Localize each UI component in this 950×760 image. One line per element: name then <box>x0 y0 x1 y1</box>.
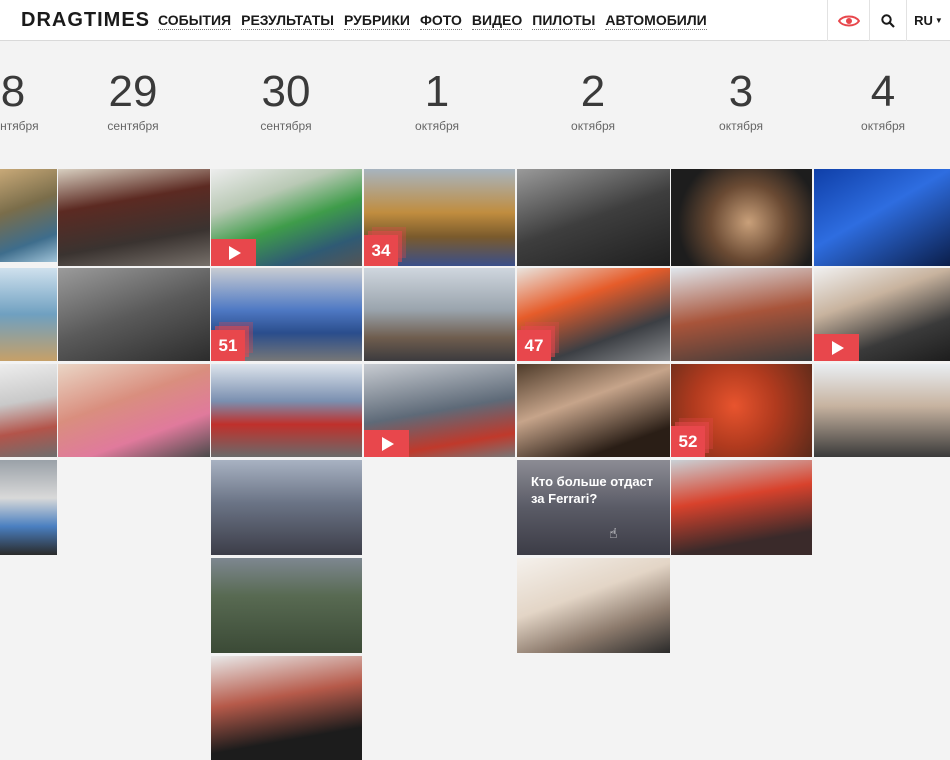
search-icon <box>881 13 895 28</box>
nav-item-photo[interactable]: ФОТО <box>419 12 462 30</box>
date-day: 4 <box>870 67 896 116</box>
gallery-tile[interactable]: 47 <box>517 268 670 361</box>
gallery-tile[interactable]: 51 <box>211 268 362 361</box>
date-month: октября <box>719 119 763 133</box>
gallery-tile[interactable]: 52 <box>671 364 812 457</box>
nav-item-events[interactable]: СОБЫТИЯ <box>158 12 232 30</box>
video-tile[interactable] <box>211 169 362 266</box>
date-month: сентября <box>260 119 312 133</box>
gallery-tile[interactable]: 34 <box>364 169 515 266</box>
view-toggle-button[interactable] <box>827 0 869 41</box>
photo-tile[interactable] <box>517 364 670 457</box>
date-column-header[interactable]: 3 октября <box>671 66 811 133</box>
photo-tile[interactable] <box>671 169 812 266</box>
poll-tile[interactable]: Кто больше отдаст за Ferrari? ☝ <box>517 460 670 555</box>
language-select[interactable]: RU ▼ <box>906 0 950 41</box>
hand-cursor-icon: ☝ <box>609 526 618 542</box>
photo-count-badge: 47 <box>517 330 551 361</box>
date-column-header[interactable]: 29 сентября <box>63 66 203 133</box>
site-logo[interactable]: DRAGTIMES <box>21 9 150 32</box>
date-month: сентября <box>107 119 159 133</box>
caret-down-icon: ▼ <box>934 16 943 25</box>
photo-count-badge: 34 <box>364 235 398 266</box>
photo-tile[interactable] <box>58 268 210 361</box>
date-column-header[interactable]: 2 октября <box>523 66 663 133</box>
photo-tile[interactable] <box>814 364 950 457</box>
date-day: 2 <box>580 67 606 116</box>
date-month: октября <box>861 119 905 133</box>
main-nav: СОБЫТИЯ РЕЗУЛЬТАТЫ РУБРИКИ ФОТО ВИДЕО ПИ… <box>158 0 717 41</box>
photo-tile[interactable] <box>0 169 57 262</box>
photo-tile[interactable] <box>58 364 210 457</box>
photo-tile[interactable] <box>0 460 57 555</box>
photo-tile[interactable] <box>671 268 812 361</box>
date-column-header[interactable]: 30 сентября <box>216 66 356 133</box>
date-day: 29 <box>108 67 158 116</box>
play-icon <box>814 334 859 361</box>
date-day: 30 <box>261 67 311 116</box>
photo-tile[interactable] <box>0 364 57 457</box>
nav-item-video[interactable]: ВИДЕО <box>471 12 523 30</box>
photo-tile[interactable] <box>671 460 812 555</box>
photo-tile[interactable] <box>58 169 210 266</box>
video-tile[interactable] <box>364 364 515 457</box>
photo-count-badge: 52 <box>671 426 705 457</box>
date-column-header[interactable]: 4 октября <box>813 66 950 133</box>
poll-question: Кто больше отдаст за Ferrari? <box>531 474 654 506</box>
photo-tile[interactable] <box>517 169 670 266</box>
play-icon <box>364 430 409 457</box>
date-day: 1 <box>424 67 450 116</box>
video-tile[interactable] <box>814 268 950 361</box>
photo-tile[interactable] <box>211 558 362 653</box>
nav-item-cars[interactable]: АВТОМОБИЛИ <box>605 12 707 30</box>
search-button[interactable] <box>869 0 906 41</box>
photo-tile[interactable] <box>0 268 57 361</box>
date-month: октября <box>415 119 459 133</box>
photo-tile[interactable] <box>211 656 362 760</box>
language-label: RU <box>914 13 933 28</box>
date-month: октября <box>571 119 615 133</box>
photo-tile[interactable] <box>364 268 515 361</box>
nav-item-pilots[interactable]: ПИЛОТЫ <box>532 12 596 30</box>
top-header: DRAGTIMES СОБЫТИЯ РЕЗУЛЬТАТЫ РУБРИКИ ФОТ… <box>0 0 950 41</box>
nav-item-results[interactable]: РЕЗУЛЬТАТЫ <box>241 12 335 30</box>
photo-tile[interactable] <box>814 169 950 266</box>
photo-tile[interactable] <box>211 364 362 457</box>
play-icon <box>211 239 256 266</box>
photo-tile[interactable] <box>211 460 362 555</box>
date-column-header[interactable]: 1 октября <box>367 66 507 133</box>
date-day: 3 <box>728 67 754 116</box>
photo-count-badge: 51 <box>211 330 245 361</box>
nav-item-rubrics[interactable]: РУБРИКИ <box>344 12 410 30</box>
eye-icon <box>837 15 860 26</box>
photo-tile[interactable] <box>517 558 670 653</box>
